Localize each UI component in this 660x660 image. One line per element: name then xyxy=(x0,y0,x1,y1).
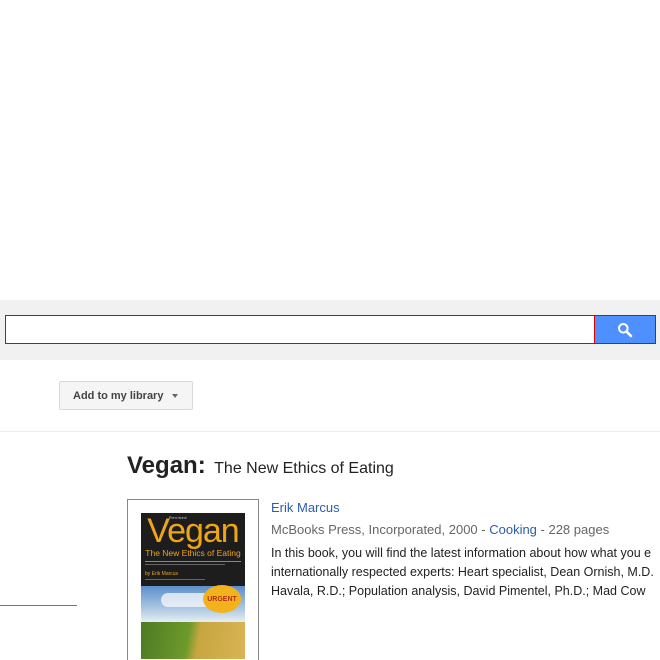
add-to-library-label: Add to my library xyxy=(73,389,164,402)
description-line: Havala, R.D.; Population analysis, David… xyxy=(271,584,646,598)
search-button[interactable] xyxy=(595,315,656,344)
cover-subtitle: The New Ethics of Eating xyxy=(145,548,241,558)
caret-down-icon xyxy=(172,393,179,398)
category-link[interactable]: Cooking xyxy=(489,522,537,537)
author-link[interactable]: Erik Marcus xyxy=(271,500,340,515)
search-icon xyxy=(618,322,633,337)
cover-badge-text: URGENT xyxy=(207,595,237,603)
book-cover-frame[interactable]: Revised Vegan The New Ethics of Eating b… xyxy=(127,499,259,660)
publisher-text: McBooks Press, Incorporated, 2000 - xyxy=(271,522,490,537)
search-field-wrapper xyxy=(5,315,595,344)
book-subtitle: The New Ethics of Eating xyxy=(214,460,394,477)
cover-author: by Erik Marcus xyxy=(145,571,179,577)
cover-title: Vegan xyxy=(147,513,239,550)
sidebar-divider xyxy=(0,605,77,606)
description-line: internationally respected experts: Heart… xyxy=(271,565,654,579)
page-count: - 228 pages xyxy=(536,522,610,537)
page: Add to my library Vegan: The New Ethics … xyxy=(0,0,660,660)
description-line: In this book, you will find the latest i… xyxy=(271,546,652,560)
book-title: Vegan: The New Ethics of Eating xyxy=(127,452,394,480)
search-bar xyxy=(0,300,660,360)
cover-badge: URGENT xyxy=(203,585,241,613)
book-cover-image: Revised Vegan The New Ethics of Eating b… xyxy=(141,513,245,659)
book-description: In this book, you will find the latest i… xyxy=(271,544,660,601)
publication-info: McBooks Press, Incorporated, 2000 - Cook… xyxy=(271,522,609,537)
add-to-library-button[interactable]: Add to my library xyxy=(59,381,193,410)
search-input[interactable] xyxy=(6,316,594,343)
book-title-main: Vegan: xyxy=(127,452,206,479)
toolbar-divider xyxy=(0,431,660,432)
